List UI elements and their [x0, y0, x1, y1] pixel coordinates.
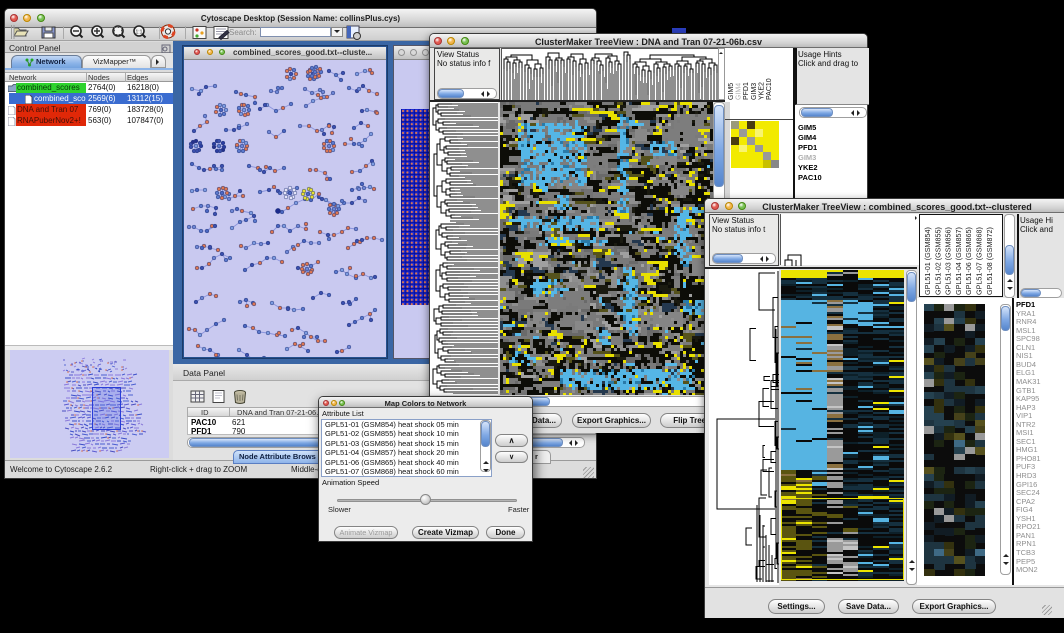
svg-text:GIM5: GIM5: [728, 83, 735, 100]
svg-text:1:1: 1:1: [136, 30, 143, 36]
svg-text:GPL51-07 (GSM868): GPL51-07 (GSM868): [975, 227, 984, 295]
svg-text:GPL51-02 (GSM855): GPL51-02 (GSM855): [933, 227, 942, 295]
svg-text:GPL51-04 (GSM857): GPL51-04 (GSM857): [954, 227, 963, 295]
svg-text:PFD1: PFD1: [743, 82, 750, 100]
svg-text:PAC10: PAC10: [766, 78, 773, 100]
svg-text:GIM3: GIM3: [751, 83, 758, 100]
svg-text:GPL51-01 (GSM854): GPL51-01 (GSM854): [923, 227, 932, 295]
svg-text:GIM4: GIM4: [736, 83, 743, 100]
svg-text:GPL51-03 (GSM856): GPL51-03 (GSM856): [944, 227, 953, 295]
svg-text:YKE2: YKE2: [758, 82, 765, 100]
svg-text:GPL51-06 (GSM865): GPL51-06 (GSM865): [964, 227, 973, 295]
svg-text:GPL51-08 (GSM872): GPL51-08 (GSM872): [985, 227, 994, 295]
